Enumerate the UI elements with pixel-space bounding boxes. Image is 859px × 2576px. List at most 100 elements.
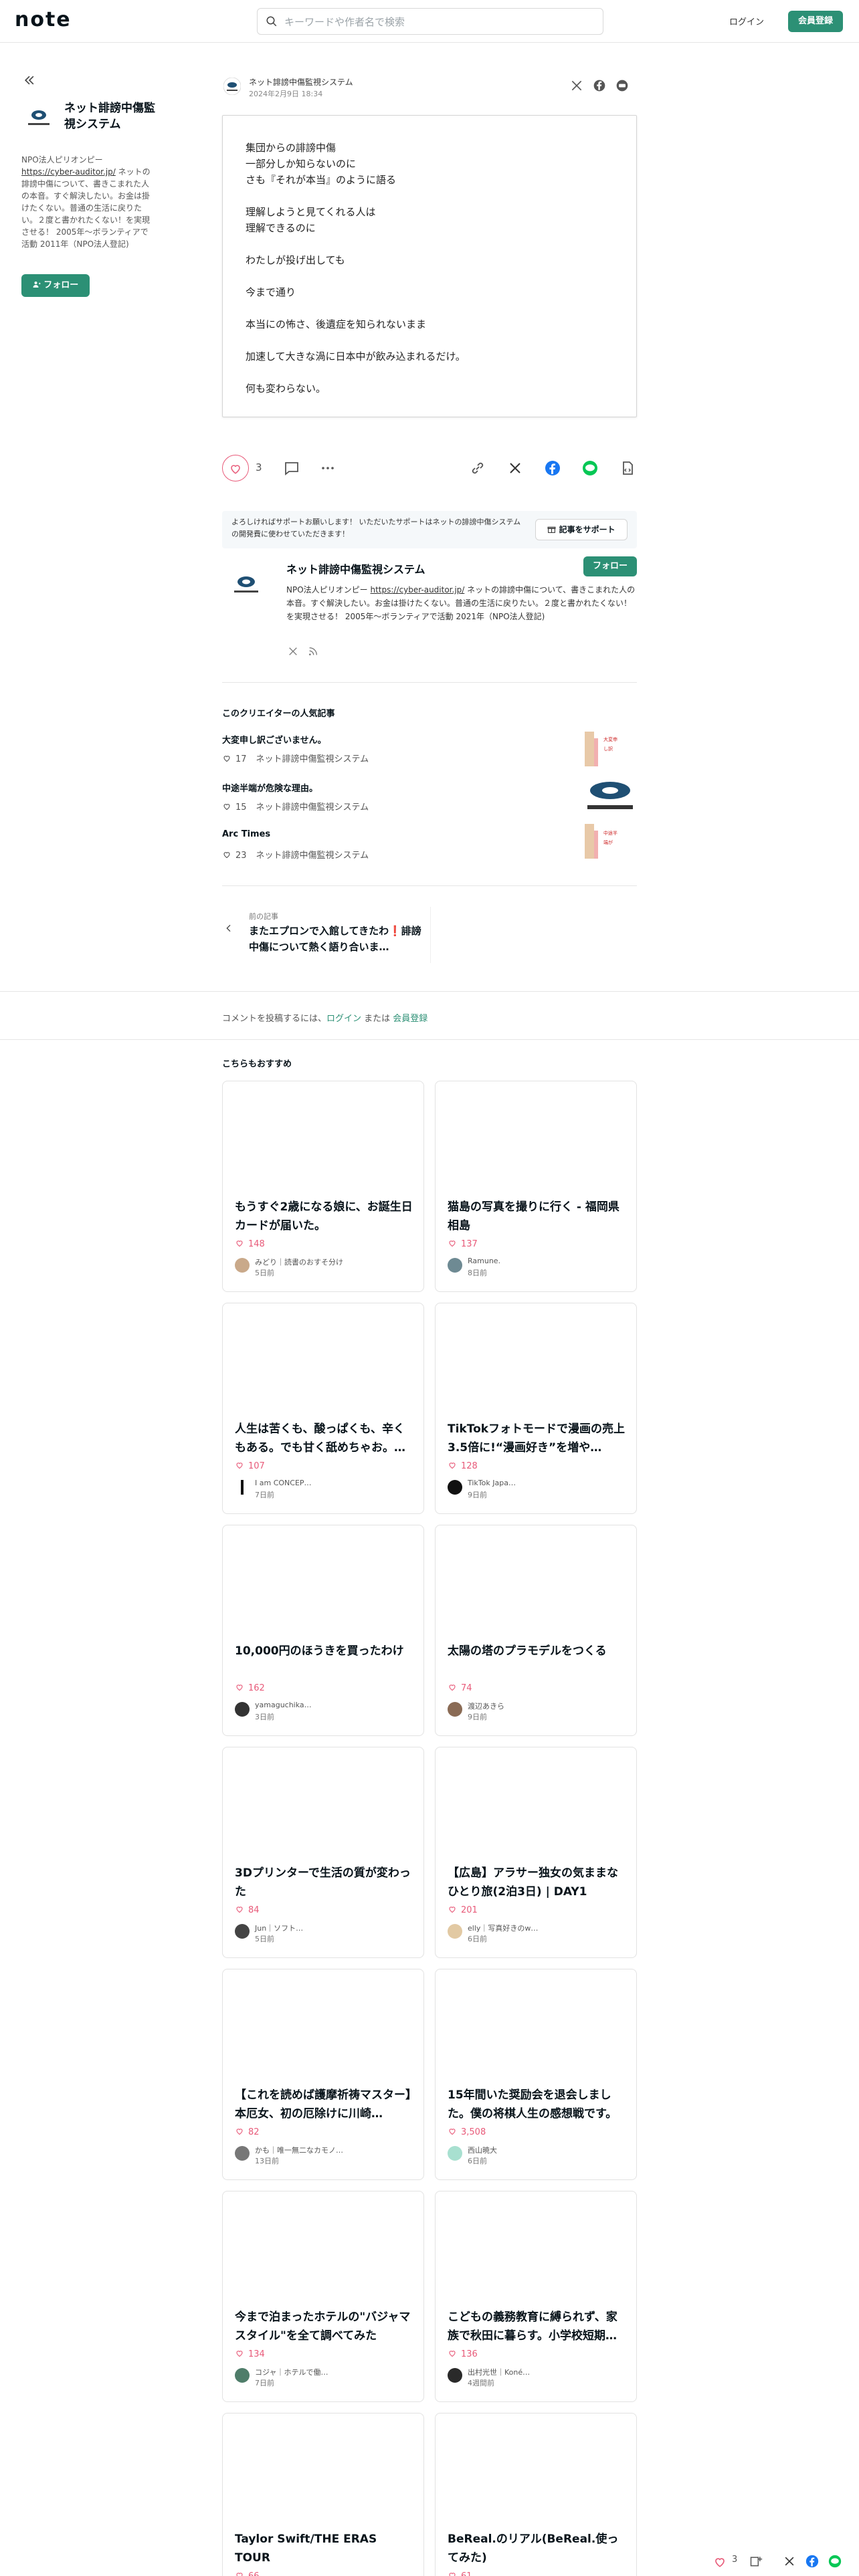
article-author-name[interactable]: ネット誹謗中傷監視システム (249, 76, 353, 88)
recommend-card[interactable]: Taylor Swift/THE ERAS TOUR 66 (222, 2413, 424, 2576)
comment-login-link[interactable]: ログイン (326, 1014, 361, 1024)
recommend-card[interactable]: 猫島の写真を撮りに行く - 福岡県 相島 137 Ramune. 8日前 (435, 1081, 637, 1292)
heart-icon (236, 2351, 243, 2357)
user-plus-icon (33, 282, 41, 288)
popular-item-meta: 15 ネット誹謗中傷監視システム (222, 800, 369, 813)
like-button[interactable] (222, 455, 249, 481)
comment-signup-link[interactable]: 会員登録 (393, 1014, 427, 1024)
popular-item-thumbnail[interactable] (583, 776, 637, 816)
recommend-card[interactable]: 3Dプリンターで生活の質が変わった 84 Jun｜ソフト… 5日前 (222, 1747, 424, 1958)
divider (0, 1039, 859, 1040)
popular-item-title[interactable]: 中途半端が危険な理由。 (222, 781, 318, 794)
recommend-card[interactable]: 【これを読めば護摩祈祷マスター】本厄女、初の厄除けに川崎… 82 かも｜唯一無二… (222, 1969, 424, 2180)
card-author: かも｜唯一無二なカモノ… (255, 2146, 343, 2155)
article-paragraph: 何も変わらない。 (246, 383, 326, 395)
card-date: 7日前 (255, 2379, 274, 2387)
popular-item-title[interactable]: 大変申し訳ございません。 (222, 733, 326, 746)
heart-icon (223, 804, 230, 811)
recommend-card[interactable]: BeReal.のリアル(BeReal.使ってみた) 61 (435, 2413, 637, 2576)
card-date: 9日前 (468, 1491, 487, 1499)
heart-icon (449, 1241, 456, 1247)
facebook-icon[interactable] (545, 460, 561, 476)
card-date: 7日前 (255, 1491, 274, 1499)
article-paragraph: 一部分しか知らないのに (246, 158, 357, 170)
author-avatar[interactable] (23, 102, 55, 134)
card-date: 8日前 (468, 1269, 487, 1277)
recommend-card[interactable]: もうすぐ2歳になる娘に、お誕生日カードが届いた。 148 みどり｜読書のおすそ分… (222, 1081, 424, 1292)
recommend-card[interactable]: 太陽の塔のプラモデルをつくる 74 渡辺あきら 9日前 (435, 1525, 637, 1736)
facebook-share-icon[interactable] (593, 79, 606, 92)
card-likes: 3,508 (448, 2127, 486, 2137)
popular-item-title[interactable]: Arc Times (222, 829, 270, 839)
more-icon[interactable] (320, 460, 336, 476)
card-like-count: 74 (461, 1683, 472, 1693)
recommend-section-title: こちらもおすすめ (222, 1059, 292, 1069)
login-button[interactable]: ログイン (729, 15, 764, 27)
card-like-count: 137 (461, 1239, 478, 1249)
popular-section-title: このクリエイターの人気記事 (222, 709, 335, 719)
card-like-count: 3,508 (461, 2127, 486, 2137)
card-title: Taylor Swift/THE ERAS TOUR (235, 2533, 377, 2565)
card-title: 人生は苦くも、酸っぱくも、辛くもある。でも甘く舐めちゃお。… (235, 1422, 405, 1455)
recommend-card[interactable]: 15年間いた奨励会を退会しました。僕の将棋人生の感想戦です。 3,508 西山暁… (435, 1969, 637, 2180)
divider (222, 682, 637, 683)
creator-follow-button[interactable]: フォロー (583, 556, 637, 576)
note-logo[interactable]: note (15, 8, 72, 31)
recommend-card[interactable]: 今まで泊まったホテルの"バジャマスタイル"を全て調べてみた 134 コジャ｜ホテ… (222, 2191, 424, 2402)
previous-article-title[interactable]: またエプロンで入館してきたわ❗誹謗中傷について熱く語り合いま… (249, 923, 427, 955)
chevron-left-icon (226, 924, 231, 932)
card-title: 猫島の写真を撮りに行く - 福岡県 相島 (448, 1200, 619, 1232)
card-author: 渡辺あきら (468, 1702, 504, 1711)
card-like-count: 84 (248, 1905, 260, 1915)
svg-text:大変申: 大変申 (603, 736, 617, 742)
comment-icon[interactable] (284, 460, 300, 476)
bio-text: ネットの誹謗中傷について、書きこまれた人の本音。すぐ解決したい。お金は掛けたくな… (21, 167, 151, 249)
heart-icon (449, 2573, 456, 2576)
collapse-sidebar-icon[interactable] (23, 74, 36, 87)
svg-text:中途半: 中途半 (603, 830, 617, 836)
recommend-card[interactable]: 【広島】アラサー独女の気ままなひとり旅(2泊3日) | DAY1 201 ell… (435, 1747, 637, 1958)
card-title: 太陽の塔のプラモデルをつくる (448, 1644, 607, 1658)
card-date: 6日前 (468, 2157, 487, 2165)
bio-link[interactable]: https://cyber-auditor.jp/ (21, 167, 116, 177)
bottom-like-icon[interactable] (713, 2556, 727, 2568)
magazine-add-icon[interactable] (749, 2555, 763, 2568)
popular-item-thumbnail[interactable]: 大変申し訳 (583, 729, 637, 769)
x-share-icon[interactable] (570, 79, 583, 92)
recommend-card[interactable]: こどもの義務教育に縛られず、家族で秋田に暮らす。小学校短期… 136 出村光世｜… (435, 2191, 637, 2402)
creator-bio-link[interactable]: https://cyber-auditor.jp/ (371, 585, 465, 595)
line-icon[interactable] (582, 460, 598, 476)
creator-avatar[interactable] (227, 566, 265, 603)
comment-or-text: または (361, 1014, 393, 1024)
support-button[interactable]: 記事をサポート (535, 519, 628, 540)
rss-icon[interactable] (308, 646, 318, 657)
card-like-count: 61 (461, 2571, 472, 2576)
heart-icon (236, 2129, 243, 2135)
comment-prompt: コメントを投稿するには、ログイン または 会員登録 (222, 1011, 427, 1024)
search-input[interactable] (284, 14, 592, 30)
search-box[interactable] (257, 8, 603, 35)
signup-button[interactable]: 会員登録 (788, 11, 843, 32)
card-author: TikTok Japa… (468, 1479, 516, 1487)
sidebar-follow-button[interactable]: フォロー (21, 274, 90, 297)
recommend-card[interactable]: 10,000円のほうきを買ったわけ 162 yamaguchika… 3日前 (222, 1525, 424, 1736)
card-like-count: 136 (461, 2349, 478, 2359)
creator-bio-prefix: NPO法人ピリオンピー (286, 585, 368, 595)
creator-name[interactable]: ネット誹謗中傷監視システム (286, 560, 425, 576)
bottom-facebook-icon[interactable] (805, 2555, 819, 2568)
recommend-card[interactable]: TikTokフォトモードで漫画の売上3.5倍に!“漫画好き”を増や… 128 T… (435, 1303, 637, 1514)
popular-item-thumbnail[interactable]: 中途半端が (583, 821, 637, 861)
card-like-count: 162 (248, 1683, 265, 1693)
line-share-icon[interactable] (615, 79, 629, 92)
divider (222, 885, 637, 886)
support-button-label: 記事をサポート (559, 525, 615, 534)
bottom-x-icon[interactable] (783, 2555, 796, 2568)
bottom-line-icon[interactable] (828, 2555, 842, 2568)
recommend-card[interactable]: 人生は苦くも、酸っぱくも、辛くもある。でも甘く舐めちゃお。… 107 I am … (222, 1303, 424, 1514)
sidebar-author-name[interactable]: ネット誹謗中傷監視システム (64, 100, 158, 132)
copy-link-icon[interactable] (470, 460, 486, 476)
embed-icon[interactable] (619, 460, 636, 476)
article-author-avatar[interactable] (223, 78, 241, 95)
creator-x-icon[interactable] (288, 646, 298, 657)
x-icon[interactable] (507, 460, 523, 476)
